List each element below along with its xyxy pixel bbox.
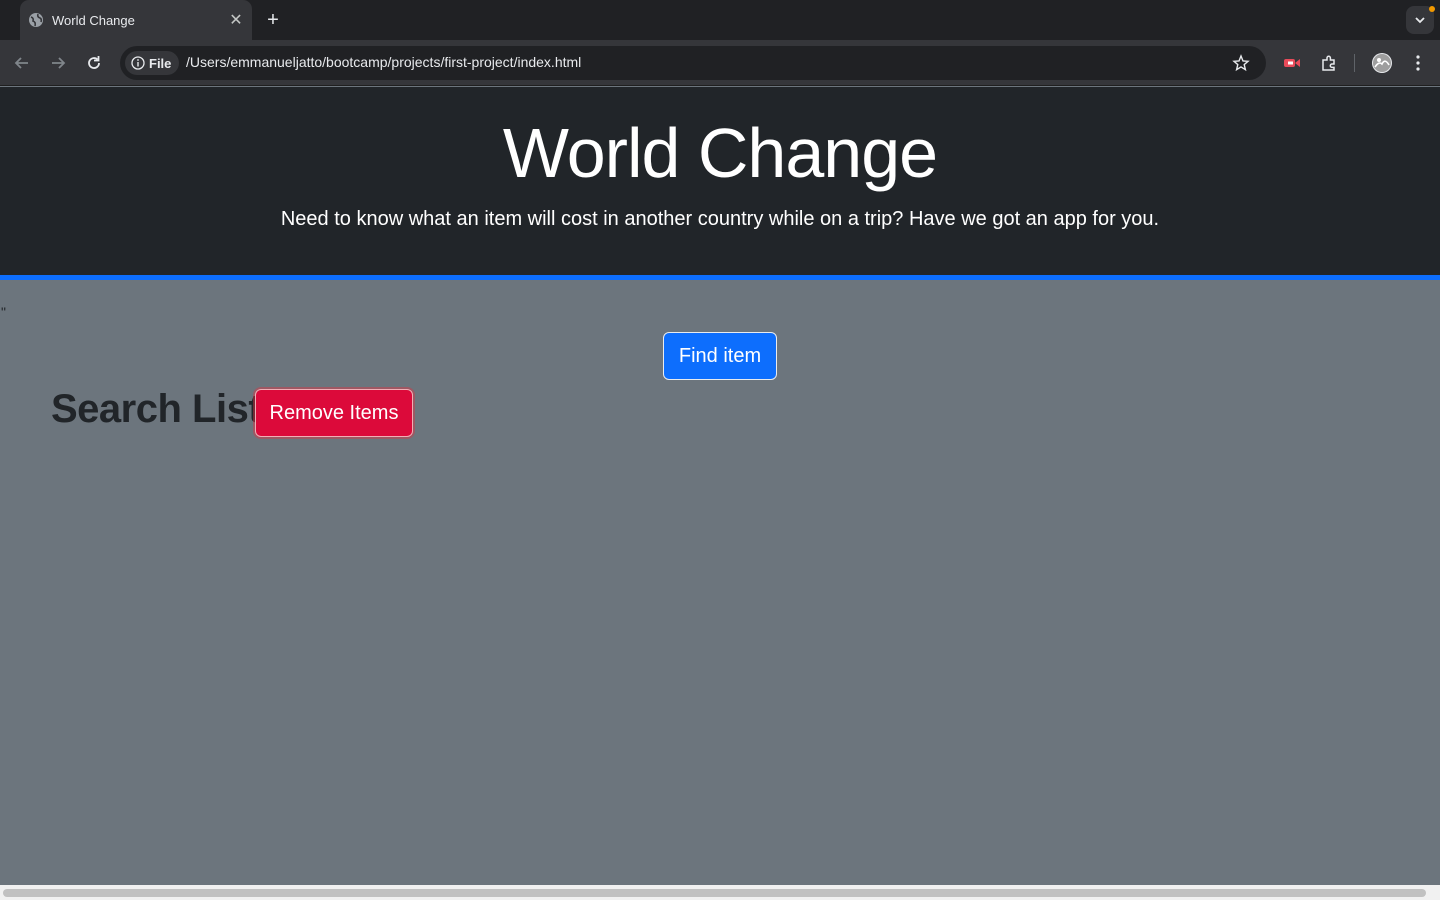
more-icon[interactable] xyxy=(1407,52,1429,74)
back-icon[interactable] xyxy=(11,52,33,74)
globe-icon xyxy=(29,13,43,27)
browser-toolbar: File /Users/emmanueljatto/bootcamp/proje… xyxy=(0,40,1440,86)
horizontal-scrollbar-thumb[interactable] xyxy=(3,889,1426,897)
browser-tab[interactable]: World Change ✕ xyxy=(20,0,252,40)
recorder-extension-icon[interactable] xyxy=(1281,52,1303,74)
stray-quote-text: " xyxy=(1,304,6,320)
tab-strip: World Change ✕ + xyxy=(0,0,1440,40)
tab-title: World Change xyxy=(52,12,135,28)
notification-dot xyxy=(1429,6,1435,12)
hero-banner: World Change Need to know what an item w… xyxy=(0,87,1440,275)
remove-items-button[interactable]: Remove Items xyxy=(255,389,413,437)
chevron-down-icon xyxy=(1415,17,1425,24)
accent-divider xyxy=(0,275,1440,280)
info-icon xyxy=(131,56,145,70)
tab-search-button[interactable] xyxy=(1406,6,1435,34)
find-item-button[interactable]: Find item xyxy=(663,332,777,380)
search-list-heading: Search List xyxy=(51,387,262,431)
close-icon[interactable]: ✕ xyxy=(228,10,244,30)
address-bar[interactable]: File /Users/emmanueljatto/bootcamp/proje… xyxy=(120,46,1266,80)
extensions-icon[interactable] xyxy=(1318,52,1340,74)
new-tab-button[interactable]: + xyxy=(262,9,284,31)
reload-icon[interactable] xyxy=(83,52,105,74)
profile-avatar[interactable] xyxy=(1371,52,1393,74)
forward-icon[interactable] xyxy=(47,52,69,74)
file-chip-label: File xyxy=(149,55,172,71)
page-title: World Change xyxy=(502,114,938,192)
url-text[interactable]: /Users/emmanueljatto/bootcamp/projects/f… xyxy=(186,54,581,70)
toolbar-divider xyxy=(1354,54,1355,72)
site-info-chip[interactable]: File xyxy=(125,51,179,75)
plus-icon: + xyxy=(267,9,279,31)
star-icon[interactable] xyxy=(1232,54,1250,72)
page-subtitle: Need to know what an item will cost in a… xyxy=(280,208,1160,230)
